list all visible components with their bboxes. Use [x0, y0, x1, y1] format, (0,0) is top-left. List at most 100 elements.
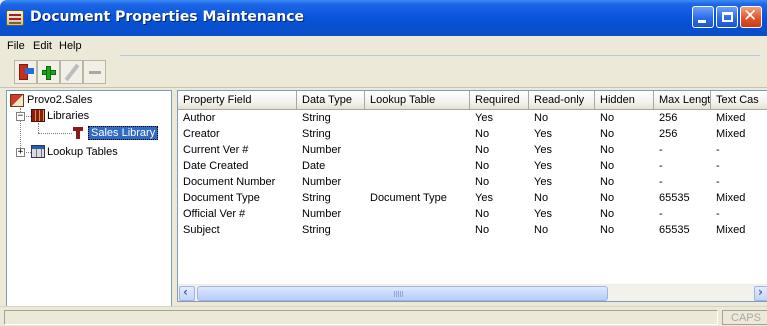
expand-lookup-tables-icon[interactable]: + — [16, 148, 25, 157]
cell-text-case: - — [716, 144, 720, 156]
cell-data-type: String — [302, 128, 331, 140]
caps-indicator: CAPS — [722, 310, 767, 325]
cell-text-case: - — [716, 160, 720, 172]
toolbar — [0, 56, 767, 88]
cell-max-length: - — [659, 176, 663, 188]
cell-property-field: Current Ver # — [183, 144, 249, 156]
edit-icon — [64, 63, 80, 82]
cell-data-type: String — [302, 192, 331, 204]
add-button[interactable] — [37, 60, 60, 84]
grid-header: Property Field Data Type Lookup Table Re… — [178, 91, 767, 110]
cell-text-case: Mixed — [716, 112, 746, 124]
tree-node-libraries[interactable]: Libraries — [47, 110, 89, 122]
cell-data-type: String — [302, 112, 331, 124]
scroll-thumb[interactable] — [197, 286, 608, 301]
libraries-icon — [31, 109, 45, 122]
cell-data-type: String — [302, 224, 331, 236]
status-message — [4, 310, 718, 325]
arrow-right-icon: › — [758, 285, 763, 299]
cell-hidden: No — [600, 160, 615, 172]
cell-hidden: No — [600, 144, 615, 156]
cell-lookup-table — [365, 142, 470, 158]
column-header-text-case[interactable]: Text Cas — [711, 91, 767, 110]
tree-node-lookup-tables[interactable]: Lookup Tables — [47, 146, 118, 158]
cell-required: No — [475, 128, 490, 140]
cell-text-case: - — [716, 208, 720, 220]
horizontal-scrollbar[interactable]: ‹ › — [178, 284, 767, 301]
cell-read-only: No — [534, 192, 549, 204]
library-tree[interactable]: Provo2.Sales − Libraries Sales Library +… — [6, 90, 172, 309]
properties-grid[interactable]: Property Field Data Type Lookup Table Re… — [177, 90, 767, 302]
cell-max-length: 256 — [659, 112, 678, 124]
cell-required: No — [475, 160, 490, 172]
grip-icon — [394, 291, 403, 297]
menu-edit[interactable]: Edit — [33, 40, 52, 52]
cell-hidden: No — [600, 112, 615, 124]
cell-read-only: No — [534, 112, 549, 124]
cell-text-case: - — [716, 176, 720, 188]
cell-required: Yes — [475, 192, 493, 204]
edit-button[interactable] — [60, 60, 83, 84]
collapse-libraries-icon[interactable]: − — [16, 112, 25, 121]
database-icon — [10, 94, 24, 107]
title-bar[interactable]: Document Properties Maintenance ✕ — [0, 0, 767, 36]
scroll-right-button[interactable]: › — [754, 285, 767, 301]
column-header-hidden[interactable]: Hidden — [595, 91, 654, 110]
minimize-button[interactable] — [692, 6, 714, 28]
exit-button[interactable] — [14, 60, 37, 84]
scroll-left-button[interactable]: ‹ — [179, 285, 195, 301]
cell-data-type: Number — [302, 208, 342, 220]
cell-max-length: 65535 — [659, 224, 690, 236]
cell-max-length: - — [659, 208, 663, 220]
column-header-data-type[interactable]: Data Type — [297, 91, 365, 110]
cell-required: No — [475, 176, 490, 188]
arrow-left-icon: ‹ — [183, 285, 188, 299]
cell-required: No — [475, 208, 490, 220]
library-icon — [73, 126, 83, 139]
cell-property-field: Creator — [183, 128, 220, 140]
lookup-tables-icon — [31, 145, 45, 158]
cell-lookup-table: Document Type — [370, 192, 447, 204]
cell-hidden: No — [600, 192, 615, 204]
menu-file[interactable]: File — [7, 40, 25, 52]
menu-help[interactable]: Help — [59, 40, 82, 52]
cell-data-type: Number — [302, 144, 342, 156]
delete-button[interactable] — [83, 60, 106, 84]
cell-text-case: Mixed — [716, 224, 746, 236]
close-button[interactable]: ✕ — [740, 6, 762, 28]
cell-data-type: Date — [302, 160, 326, 172]
cell-hidden: No — [600, 208, 615, 220]
cell-required: No — [475, 224, 490, 236]
delete-icon — [89, 71, 101, 74]
column-header-read-only[interactable]: Read-only — [529, 91, 595, 110]
tree-root-node[interactable]: Provo2.Sales — [27, 94, 92, 106]
cell-lookup-table — [365, 158, 470, 174]
maximize-button[interactable] — [716, 6, 738, 28]
cell-max-length: 256 — [659, 128, 678, 140]
cell-property-field: Document Number — [183, 176, 276, 188]
cell-read-only: No — [534, 224, 549, 236]
tree-node-sales-library[interactable]: Sales Library — [88, 126, 159, 140]
minimize-icon — [698, 20, 706, 23]
cell-text-case: Mixed — [716, 128, 746, 140]
cell-property-field: Author — [183, 112, 216, 124]
window-title: Document Properties Maintenance — [30, 9, 305, 25]
status-bar: CAPS — [0, 306, 767, 326]
cell-lookup-table — [365, 222, 470, 238]
cell-required: Yes — [475, 112, 493, 124]
cell-property-field: Document Type — [183, 192, 260, 204]
column-header-required[interactable]: Required — [470, 91, 529, 110]
column-header-property-field[interactable]: Property Field — [178, 91, 297, 110]
column-header-lookup-table[interactable]: Lookup Table — [365, 91, 470, 110]
cell-lookup-table — [365, 174, 470, 190]
cell-property-field: Subject — [183, 224, 220, 236]
menu-bar: File Edit Help — [0, 36, 767, 56]
column-header-max-length[interactable]: Max Lengtl — [654, 91, 711, 110]
cell-read-only: Yes — [534, 176, 552, 188]
cell-read-only: Yes — [534, 160, 552, 172]
close-icon: ✕ — [743, 6, 758, 26]
cell-lookup-table — [365, 110, 470, 126]
cell-read-only: Yes — [534, 144, 552, 156]
main-window: Document Properties Maintenance ✕ File E… — [0, 0, 767, 326]
app-icon[interactable] — [6, 10, 24, 26]
